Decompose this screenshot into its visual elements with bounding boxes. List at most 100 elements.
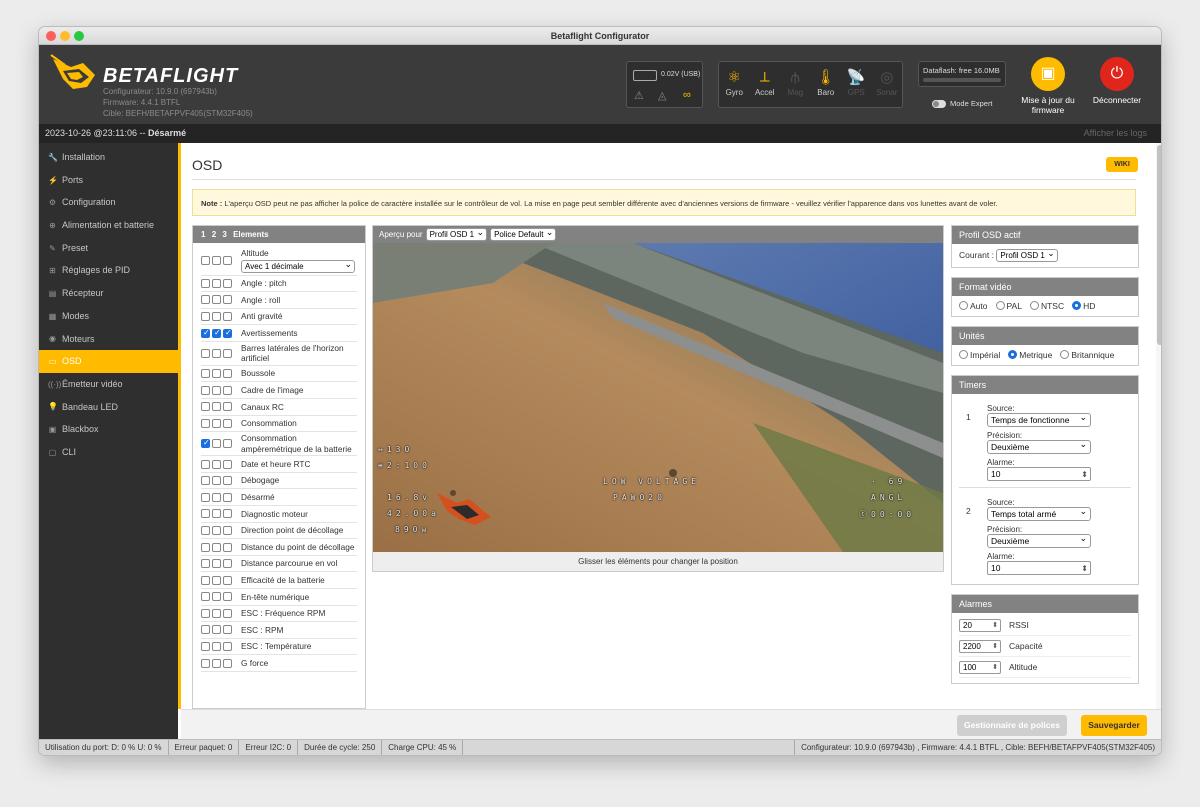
- sidebar-item-modes[interactable]: ▦ Modes: [39, 305, 178, 328]
- content-scrollbar[interactable]: [1156, 143, 1161, 709]
- timer-1-alarm-input[interactable]: 10: [987, 467, 1091, 481]
- timer-1-source-select[interactable]: Temps de fonctionne: [987, 411, 1091, 427]
- osd-logo-bee[interactable]: [435, 489, 495, 529]
- altitude-precision-select[interactable]: Avec 1 décimale: [241, 258, 355, 273]
- osd-warning-voltage[interactable]: LOW VOLTAGE: [603, 477, 700, 486]
- profile-3-checkbox[interactable]: [223, 402, 232, 412]
- timer-2-precision-select[interactable]: Deuxième: [987, 532, 1091, 548]
- units-imperial-option[interactable]: Impérial: [959, 350, 1000, 360]
- profile-1-checkbox[interactable]: [201, 348, 210, 358]
- osd-timer[interactable]: ≡2:100: [378, 461, 431, 470]
- profile-2-checkbox[interactable]: [212, 418, 221, 428]
- profile-2-checkbox[interactable]: [212, 311, 221, 321]
- profile-1-checkbox[interactable]: [201, 525, 210, 535]
- sidebar-item-pid[interactable]: ⊞ Réglages de PID: [39, 259, 178, 282]
- preview-profile-select[interactable]: Profil OSD 1: [425, 226, 488, 241]
- preview-font-select[interactable]: Police Default: [490, 226, 557, 241]
- profile-3-checkbox[interactable]: [223, 592, 232, 602]
- timer-2-alarm-input[interactable]: 10: [987, 561, 1091, 575]
- osd-altitude[interactable]: ↔130: [378, 445, 413, 454]
- alarm-altitude-input[interactable]: 100: [959, 660, 1001, 674]
- profile-1-checkbox[interactable]: [201, 311, 210, 321]
- profile-1-checkbox[interactable]: [201, 328, 210, 338]
- profile-3-checkbox[interactable]: [223, 642, 232, 652]
- sidebar-item-led[interactable]: 💡 Bandeau LED: [39, 396, 178, 419]
- profile-1-checkbox[interactable]: [201, 418, 210, 428]
- profile-3-checkbox[interactable]: [223, 476, 232, 486]
- profile-3-checkbox[interactable]: [223, 525, 232, 535]
- profile-3-checkbox[interactable]: [223, 256, 232, 266]
- profile-3-checkbox[interactable]: [223, 608, 232, 618]
- profile-2-checkbox[interactable]: [212, 509, 221, 519]
- sidebar-item-receiver[interactable]: ▤ Récepteur: [39, 282, 178, 305]
- profile-3-checkbox[interactable]: [223, 328, 232, 338]
- profile-3-checkbox[interactable]: [223, 509, 232, 519]
- profile-2-checkbox[interactable]: [212, 492, 221, 502]
- profile-3-checkbox[interactable]: [223, 418, 232, 428]
- sidebar-item-power[interactable]: ⊕ Alimentation et batterie: [39, 214, 178, 237]
- profile-1-checkbox[interactable]: [201, 542, 210, 552]
- profile-1-checkbox[interactable]: [201, 385, 210, 395]
- profile-2-checkbox[interactable]: [212, 278, 221, 288]
- profile-2-checkbox[interactable]: [212, 575, 221, 585]
- profile-1-checkbox[interactable]: [201, 438, 210, 449]
- scrollbar-thumb[interactable]: [1157, 145, 1161, 345]
- profile-3-checkbox[interactable]: [223, 492, 232, 502]
- timer-2-source-select[interactable]: Temps total armé: [987, 505, 1091, 521]
- profile-1-checkbox[interactable]: [201, 476, 210, 486]
- profile-1-checkbox[interactable]: [201, 559, 210, 569]
- profile-2-checkbox[interactable]: [212, 592, 221, 602]
- profile-1-checkbox[interactable]: [201, 592, 210, 602]
- firmware-update-button[interactable]: ▣ Mise à jour du firmware: [1015, 57, 1081, 115]
- osd-power[interactable]: 890w: [395, 525, 430, 534]
- profile-2-checkbox[interactable]: [212, 476, 221, 486]
- profile-3-checkbox[interactable]: [223, 295, 232, 305]
- sidebar-item-configuration[interactable]: ⚙ Configuration: [39, 191, 178, 214]
- expert-mode-toggle[interactable]: [932, 99, 946, 108]
- sidebar-item-installation[interactable]: 🔧 Installation: [39, 146, 178, 169]
- profile-1-checkbox[interactable]: [201, 459, 210, 469]
- profile-1-checkbox[interactable]: [201, 509, 210, 519]
- profile-1-checkbox[interactable]: [201, 278, 210, 288]
- show-logs-link[interactable]: Afficher les logs: [1084, 124, 1147, 143]
- profile-1-checkbox[interactable]: [201, 256, 210, 266]
- video-pal-option[interactable]: PAL: [995, 301, 1022, 311]
- alarm-capacity-input[interactable]: 2200: [959, 639, 1001, 653]
- profile-2-checkbox[interactable]: [212, 459, 221, 469]
- profile-2-checkbox[interactable]: [212, 385, 221, 395]
- profile-1-checkbox[interactable]: [201, 642, 210, 652]
- profile-1-checkbox[interactable]: [201, 369, 210, 379]
- expert-mode[interactable]: Mode Expert: [932, 99, 993, 108]
- video-hd-option[interactable]: HD: [1072, 301, 1095, 311]
- osd-preview[interactable]: ↔130 ≡2:100 16.8v 42.00a 890w LOW VOLTAG…: [373, 243, 943, 552]
- profile-1-checkbox[interactable]: [201, 492, 210, 502]
- zoom-window-button[interactable]: [74, 31, 84, 41]
- timer-1-precision-select[interactable]: Deuxième: [987, 438, 1091, 454]
- profile-1-checkbox[interactable]: [201, 625, 210, 635]
- units-metric-option[interactable]: Metrique: [1008, 350, 1052, 360]
- units-british-option[interactable]: Britannique: [1060, 350, 1114, 360]
- profile-2-checkbox[interactable]: [212, 525, 221, 535]
- sidebar-item-preset[interactable]: ✎ Preset: [39, 237, 178, 260]
- profile-2-checkbox[interactable]: [212, 295, 221, 305]
- osd-flight-time[interactable]: ⓣ00:00: [859, 509, 915, 520]
- profile-3-checkbox[interactable]: [223, 658, 232, 668]
- current-profile-select[interactable]: Profil OSD 1: [996, 247, 1058, 262]
- sidebar-item-blackbox[interactable]: ▣ Blackbox: [39, 418, 178, 441]
- profile-2-checkbox[interactable]: [212, 642, 221, 652]
- video-auto-option[interactable]: Auto: [959, 301, 988, 311]
- save-button[interactable]: Sauvegarder: [1081, 715, 1147, 736]
- profile-3-checkbox[interactable]: [223, 542, 232, 552]
- profile-2-checkbox[interactable]: [212, 369, 221, 379]
- profile-3-checkbox[interactable]: [223, 385, 232, 395]
- sidebar-item-ports[interactable]: ⚡ Ports: [39, 169, 178, 192]
- profile-1-checkbox[interactable]: [201, 575, 210, 585]
- profile-2-checkbox[interactable]: [212, 658, 221, 668]
- profile-2-checkbox[interactable]: [212, 625, 221, 635]
- profile-2-checkbox[interactable]: [212, 328, 221, 338]
- profile-2-checkbox[interactable]: [212, 256, 221, 266]
- sidebar-item-cli[interactable]: ▢ CLI: [39, 441, 178, 464]
- close-window-button[interactable]: [46, 31, 56, 41]
- video-ntsc-option[interactable]: NTSC: [1029, 301, 1064, 311]
- minimize-window-button[interactable]: [60, 31, 70, 41]
